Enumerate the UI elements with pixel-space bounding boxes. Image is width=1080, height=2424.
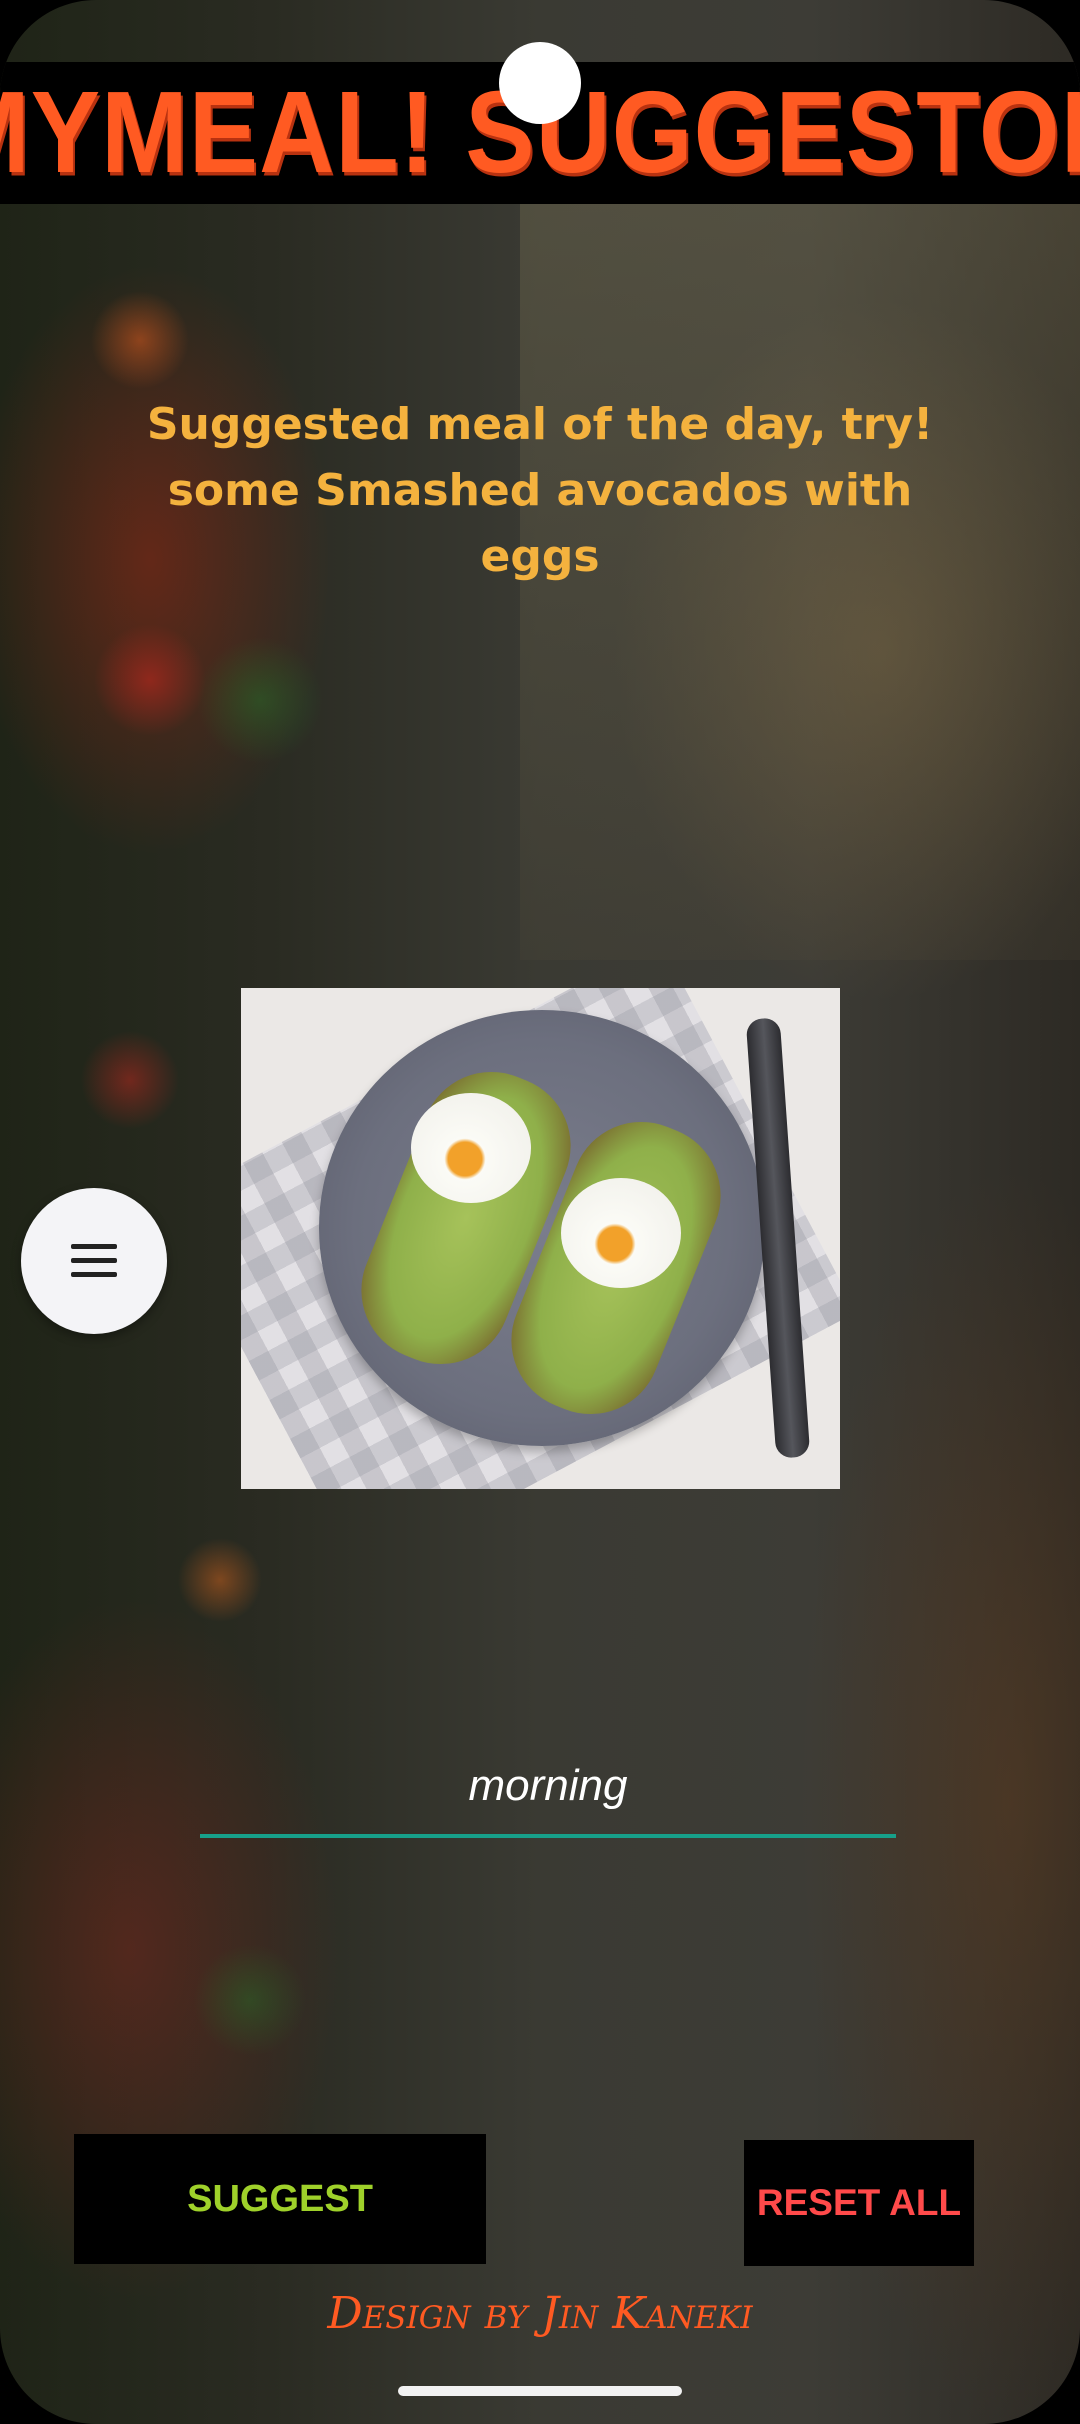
hamburger-menu-icon [71, 1244, 117, 1278]
design-credit: Design by Jin Kaneki [327, 2288, 753, 2339]
suggest-button[interactable]: SUGGEST [74, 2134, 486, 2264]
poached-egg-shape [411, 1093, 531, 1203]
poached-egg-shape [561, 1178, 681, 1288]
reset-all-button[interactable]: RESET ALL [744, 2140, 974, 2266]
home-indicator[interactable] [398, 2386, 682, 2396]
meal-time-input[interactable] [200, 1738, 896, 1838]
meal-image [241, 988, 840, 1489]
app-screen: MYMEAL! SUGGESTOR Suggested meal of the … [0, 0, 1080, 2424]
camera-cutout [499, 42, 581, 124]
meal-of-day-text: Suggested meal of the day, try! some Sma… [146, 399, 934, 582]
menu-button[interactable] [21, 1188, 167, 1334]
